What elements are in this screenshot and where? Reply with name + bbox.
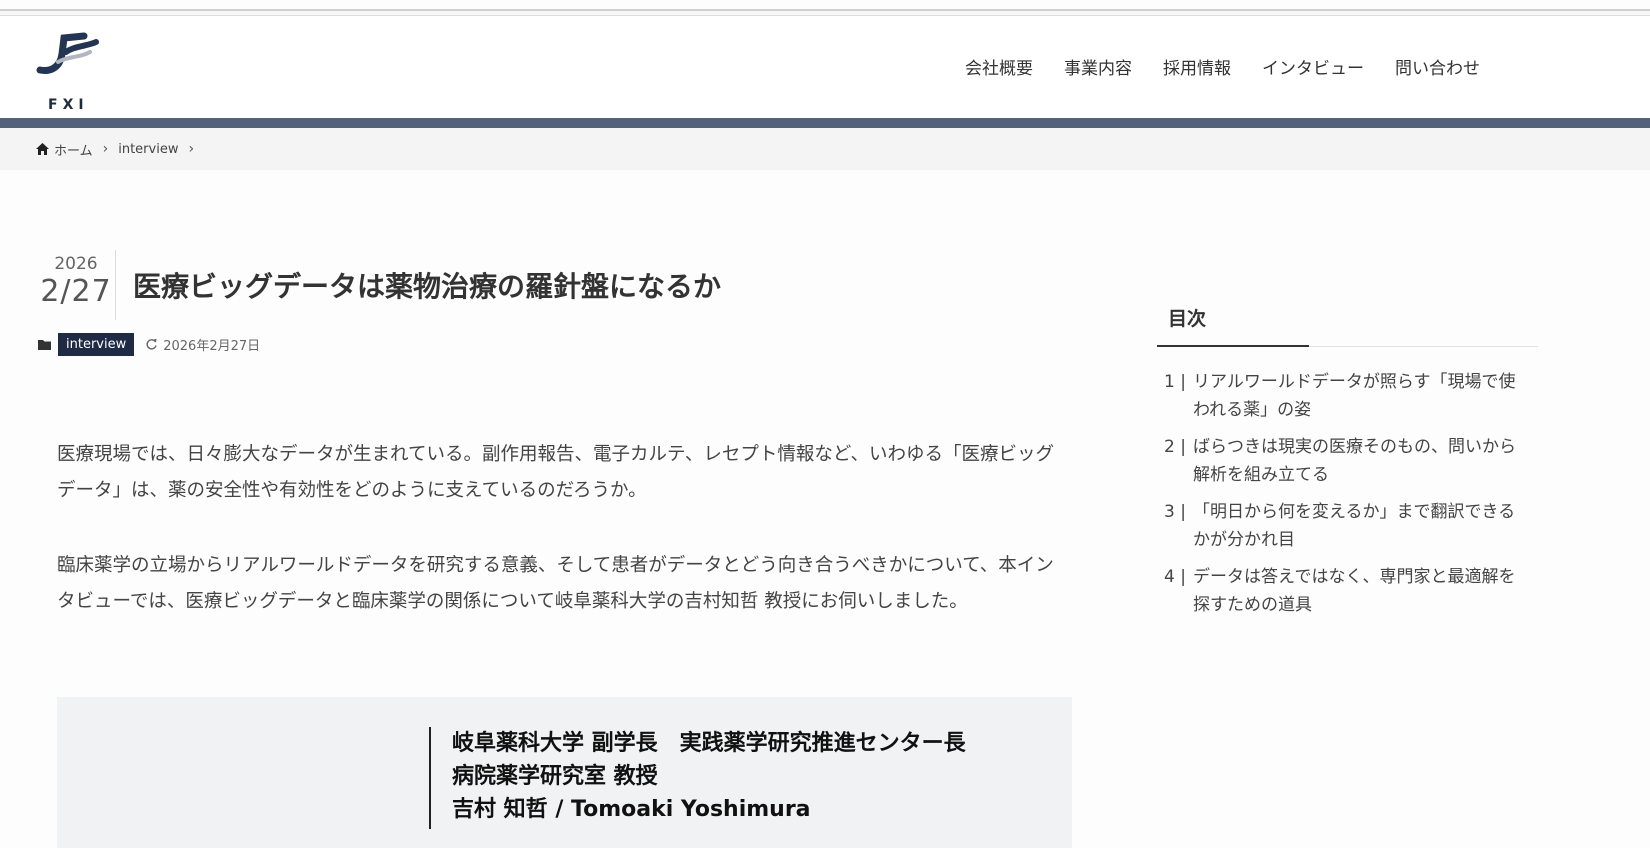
profile-details: 岐阜薬科大学 副学長 実践薬学研究推進センター長 病院薬学研究室 教授 吉村 知… (429, 727, 966, 829)
toc-item[interactable]: 3 | 「明日から何を変えるか」まで翻訳できるかが分かれ目 (1157, 498, 1538, 554)
nav-contact[interactable]: 問い合わせ (1395, 54, 1480, 79)
global-nav: 会社概要 事業内容 採用情報 インタビュー 問い合わせ (965, 54, 1480, 79)
toc-item-label: データは答えではなく、専門家と最適解を探すための道具 (1193, 567, 1516, 615)
toc-item-number: 2 | (1164, 437, 1186, 457)
nav-business[interactable]: 事業内容 (1064, 54, 1132, 79)
breadcrumb: ホーム › interview › (0, 128, 1650, 170)
home-icon (36, 143, 49, 155)
category-badge[interactable]: interview (58, 333, 135, 356)
nav-recruit[interactable]: 採用情報 (1163, 54, 1231, 79)
logo-text: FXI (48, 97, 89, 113)
updated-date: 2026年2月27日 (145, 335, 260, 354)
post-meta: interview 2026年2月27日 (38, 333, 260, 356)
post-date: 2026 2/27 (36, 254, 116, 309)
chevron-right-icon: › (188, 141, 195, 157)
toc-item-label: リアルワールドデータが照らす「現場で使われる薬」の姿 (1193, 372, 1516, 420)
site-logo[interactable]: FXI (36, 32, 102, 114)
intro-paragraph: 医療現場では、日々膨大なデータが生まれている。副作用報告、電子カルテ、レセプト情… (57, 444, 1054, 501)
folder-icon (38, 340, 51, 350)
nav-interview[interactable]: インタビュー (1262, 54, 1364, 79)
refresh-icon (146, 338, 157, 350)
toc-item[interactable]: 2 | ばらつきは現実の医療そのもの、問いから解析を組み立てる (1157, 433, 1538, 489)
toc-item-label: ばらつきは現実の医療そのもの、問いから解析を組み立てる (1193, 437, 1516, 485)
toc-item[interactable]: 1 | リアルワールドデータが照らす「現場で使われる薬」の姿 (1157, 368, 1538, 424)
breadcrumb-category[interactable]: interview (118, 142, 178, 157)
table-of-contents: 目次 1 | リアルワールドデータが照らす「現場で使われる薬」の姿 2 | ばら… (1157, 292, 1538, 628)
logo-mark-icon (36, 32, 99, 74)
profile-box: 岐阜薬科大学 副学長 実践薬学研究推進センター長 病院薬学研究室 教授 吉村 知… (57, 697, 1072, 848)
site-header: FXI 会社概要 事業内容 採用情報 インタビュー 問い合わせ (0, 16, 1650, 118)
toc-list: 1 | リアルワールドデータが照らす「現場で使われる薬」の姿 2 | ばらつきは… (1157, 368, 1538, 619)
toc-title: 目次 (1168, 308, 1207, 330)
profile-name: 吉村 知哲 / Tomoaki Yoshimura (452, 797, 811, 822)
updated-date-text: 2026年2月27日 (163, 339, 261, 354)
toc-item-number: 3 | (1164, 502, 1186, 522)
page-title: 医療ビッグデータは薬物治療の羅針盤になるか (133, 270, 722, 303)
profile-lab: 病院薬学研究室 教授 (452, 764, 658, 789)
header-accent-bar (0, 118, 1650, 128)
post-date-year: 2026 (54, 254, 98, 274)
chevron-right-icon: › (102, 141, 109, 157)
date-divider (115, 250, 116, 320)
breadcrumb-home[interactable]: ホーム (36, 140, 93, 159)
toc-divider (1157, 345, 1538, 347)
toc-item-number: 1 | (1164, 372, 1186, 392)
profile-position: 岐阜薬科大学 副学長 実践薬学研究推進センター長 (452, 731, 966, 756)
post-date-month-day: 2/27 (40, 274, 112, 309)
intro-paragraph: 臨床薬学の立場からリアルワールドデータを研究する意義、そして患者がデータとどう向… (57, 555, 1054, 612)
nav-company[interactable]: 会社概要 (965, 54, 1033, 79)
toc-item-number: 4 | (1164, 567, 1186, 587)
toc-item[interactable]: 4 | データは答えではなく、専門家と最適解を探すための道具 (1157, 563, 1538, 619)
breadcrumb-home-label: ホーム (54, 143, 93, 159)
browser-top-line (0, 9, 1650, 16)
toc-item-label: 「明日から何を変えるか」まで翻訳できるかが分かれ目 (1193, 502, 1516, 550)
